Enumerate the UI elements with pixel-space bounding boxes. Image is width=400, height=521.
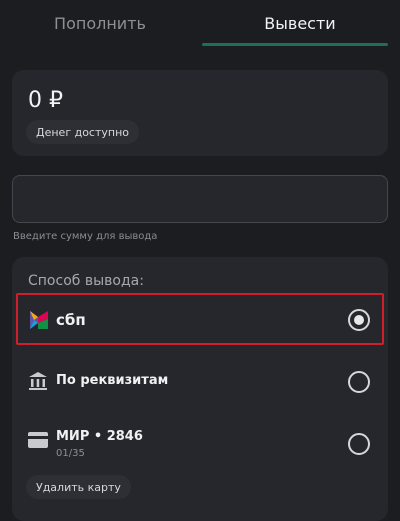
method-radio-requisites[interactable] (348, 371, 370, 393)
method-option-requisites-label: По реквизитам (56, 373, 169, 388)
method-option-requisites[interactable]: По реквизитам (12, 357, 388, 409)
method-option-card-expiry: 01/35 (56, 448, 85, 459)
tab-withdraw[interactable]: Вывести (200, 0, 400, 46)
method-radio-sbp[interactable] (348, 309, 370, 331)
card-icon (28, 432, 48, 448)
tab-deposit[interactable]: Пополнить (0, 0, 200, 46)
method-option-sbp-label: сбп (56, 311, 86, 329)
bank-icon (29, 372, 47, 390)
method-option-card-label: МИР • 2846 (56, 429, 143, 444)
balance-card: 0 ₽ Денег доступно (12, 70, 388, 156)
amount-hint: Введите сумму для вывода (13, 231, 158, 242)
balance-amount: 0 ₽ (28, 88, 63, 113)
method-option-card[interactable]: МИР • 2846 01/35 (12, 417, 388, 473)
tab-bar: Пополнить Вывести (0, 0, 400, 46)
balance-available-badge: Денег доступно (26, 120, 140, 144)
method-radio-card[interactable] (348, 433, 370, 455)
amount-input[interactable] (12, 175, 388, 223)
tab-withdraw-label: Вывести (264, 13, 336, 33)
withdraw-method-title: Способ вывода: (28, 273, 144, 289)
remove-card-button[interactable]: Удалить карту (26, 475, 131, 499)
withdraw-method-card: Способ вывода: сбп По реквизитам МИР • 2… (12, 257, 388, 521)
radio-selected-dot (354, 315, 364, 325)
sbp-logo-icon (30, 311, 48, 329)
method-option-sbp[interactable]: сбп (16, 293, 384, 345)
tab-deposit-label: Пополнить (54, 13, 146, 33)
